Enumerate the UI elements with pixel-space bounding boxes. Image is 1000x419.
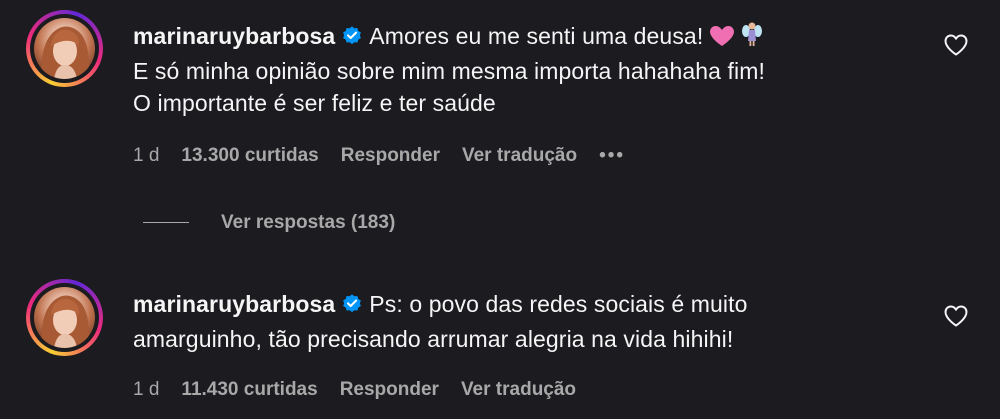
comment-line-1: Amores eu me senti uma deusa!	[369, 23, 704, 49]
fairy-icon	[741, 21, 763, 55]
avatar-story-ring[interactable]	[26, 279, 103, 356]
comment-meta: 1 d 11.430 curtidas Responder Ver tradução	[133, 379, 598, 401]
comment-body: marinaruybarbosa Amores eu me senti uma d…	[133, 20, 933, 119]
verified-badge-icon	[341, 23, 363, 55]
comment-meta: 1 d 13.300 curtidas Responder Ver tradução •…	[133, 145, 625, 167]
likes-count[interactable]: 11.430 curtidas	[181, 379, 317, 401]
comment-line-3: O importante é ser feliz e ter saúde	[133, 90, 496, 116]
comment-body: marinaruybarbosa Ps: o povo das redes soc…	[133, 288, 933, 355]
username[interactable]: marinaruybarbosa	[133, 291, 335, 317]
avatar	[34, 18, 95, 79]
comment-line-2: E só minha opinião sobre mim mesma impor…	[133, 58, 766, 84]
comment-line-1: Ps: o povo das redes sociais é muito	[369, 291, 748, 317]
reply-button[interactable]: Responder	[341, 145, 440, 167]
comment-line-2: amarguinho, tão precisando arrumar alegr…	[133, 326, 734, 352]
avatar-story-ring[interactable]	[26, 10, 103, 87]
more-options-icon[interactable]: •••	[599, 145, 625, 167]
comment-text: marinaruybarbosa Ps: o povo das redes soc…	[133, 288, 933, 355]
translate-button[interactable]: Ver tradução	[462, 145, 577, 167]
reply-button[interactable]: Responder	[340, 379, 439, 401]
like-heart-icon[interactable]	[944, 34, 968, 56]
avatar	[34, 287, 95, 348]
comment-time: 1 d	[133, 145, 160, 166]
like-heart-icon[interactable]	[944, 305, 968, 327]
comment-text: marinaruybarbosa Amores eu me senti uma d…	[133, 20, 933, 119]
username[interactable]: marinaruybarbosa	[133, 23, 335, 49]
view-replies-label: Ver respostas (183)	[221, 212, 396, 233]
verified-badge-icon	[341, 291, 363, 323]
pink-heart-icon	[709, 23, 735, 55]
comment-time: 1 d	[133, 379, 160, 400]
likes-count[interactable]: 13.300 curtidas	[181, 145, 318, 167]
translate-button[interactable]: Ver tradução	[461, 379, 576, 401]
replies-divider	[143, 222, 189, 224]
view-replies-button[interactable]: Ver respostas (183)	[143, 212, 395, 234]
